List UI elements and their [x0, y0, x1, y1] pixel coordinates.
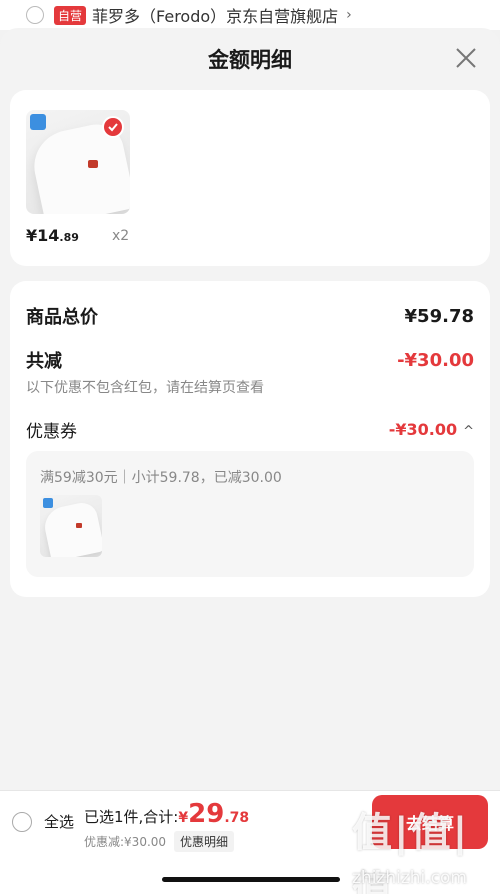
- watermark-url: zhizhizhi.com: [352, 868, 467, 888]
- store-tag-icon: [43, 498, 53, 508]
- chevron-up-icon: ^: [463, 424, 474, 439]
- product-price: ¥14 .89: [26, 226, 79, 245]
- sheet-title: 金额明细: [208, 48, 292, 72]
- reduce-value: -¥30.00: [397, 349, 474, 371]
- product-quantity: x2: [112, 228, 130, 244]
- select-all-toggle[interactable]: 全选: [12, 811, 74, 832]
- discount-row: 优惠减:¥30.00 优惠明细: [84, 831, 235, 852]
- total-integer: 29: [188, 799, 225, 829]
- self-operated-badge: 自营: [54, 5, 87, 25]
- shop-name[interactable]: 菲罗多（Ferodo）京东自营旗舰店: [92, 3, 338, 27]
- select-all-label: 全选: [44, 813, 75, 831]
- coupon-value-group[interactable]: -¥30.00 ^: [389, 420, 474, 439]
- summary-card: 商品总价 ¥59.78 共减 -¥30.00 以下优惠不包含红包，请在结算页查看…: [10, 281, 490, 597]
- total-label: 商品总价: [26, 307, 98, 328]
- coupon-row[interactable]: 优惠券 -¥30.00 ^: [26, 417, 474, 442]
- chevron-right-icon: ›: [346, 7, 352, 23]
- discount-detail-button[interactable]: 优惠明细: [174, 831, 235, 852]
- summary-label: 已选1件,合计:: [84, 808, 179, 826]
- coupon-label: 优惠券: [26, 422, 77, 442]
- discount-text: 优惠减:¥30.00: [84, 835, 167, 849]
- checkout-summary: 已选1件,合计: ¥ 29 .78: [84, 799, 249, 829]
- reduce-note: 以下优惠不包含红包，请在结算页查看: [26, 380, 264, 396]
- total-decimal: .78: [224, 810, 250, 826]
- amount-detail-sheet: 金额明细 ¥14 .89 x2 商品总价 ¥59.78 共减 -¥30.00 以…: [0, 28, 500, 894]
- selected-check-icon[interactable]: [102, 116, 124, 138]
- product-card: ¥14 .89 x2: [10, 90, 490, 266]
- home-indicator[interactable]: [162, 877, 340, 882]
- reduce-label: 共减: [26, 351, 62, 372]
- total-yen: ¥: [178, 810, 189, 826]
- reduce-row: 共减 -¥30.00: [26, 347, 474, 373]
- close-icon[interactable]: [454, 46, 478, 70]
- shirt-logo: [76, 523, 82, 528]
- shirt-logo: [88, 160, 98, 168]
- product-thumbnail[interactable]: [26, 110, 130, 214]
- shop-select-radio[interactable]: [26, 6, 44, 24]
- tshirt-image: [41, 499, 102, 557]
- total-row: 商品总价 ¥59.78: [26, 303, 474, 329]
- sheet-header: 金额明细: [0, 28, 500, 90]
- coupon-detail-box: 满59减30元｜小计59.78，已减30.00: [26, 451, 474, 577]
- coupon-detail-text: 满59减30元｜小计59.78，已减30.00: [40, 470, 282, 486]
- coupon-product-thumbnail[interactable]: [40, 495, 102, 557]
- price-decimal: .89: [59, 231, 79, 244]
- price-main: ¥14: [26, 226, 60, 245]
- total-value: ¥59.78: [404, 305, 474, 327]
- background-shop-row: 自营 菲罗多（Ferodo）京东自营旗舰店 ›: [0, 0, 500, 30]
- coupon-value: -¥30.00: [388, 420, 458, 439]
- store-tag-icon: [30, 114, 46, 130]
- select-all-radio[interactable]: [12, 811, 32, 832]
